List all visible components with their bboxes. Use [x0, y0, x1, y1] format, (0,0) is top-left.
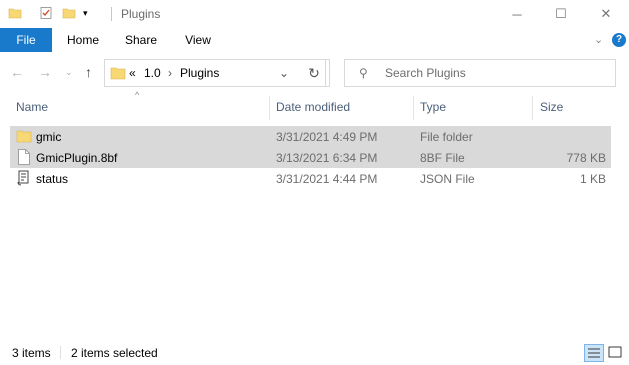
column-date-modified[interactable]: Date modified: [276, 100, 350, 114]
refresh-button[interactable]: ↻: [299, 59, 330, 87]
help-icon[interactable]: ?: [612, 33, 626, 47]
status-separator: [60, 346, 61, 359]
item-count: 3 items: [12, 346, 51, 360]
folder-icon: [16, 129, 32, 146]
customize-quick-access-icon[interactable]: ▾: [83, 8, 88, 19]
file-name[interactable]: status: [36, 172, 68, 186]
file-date: 3/13/2021 6:34 PM: [276, 151, 378, 165]
address-dropdown-icon[interactable]: ⌄: [270, 59, 298, 87]
window-title: Plugins: [121, 7, 161, 21]
tab-view[interactable]: View: [175, 28, 221, 52]
column-divider[interactable]: [532, 96, 533, 120]
close-button[interactable]: ✕: [583, 0, 629, 28]
maximize-button[interactable]: ☐: [538, 0, 584, 28]
file-name[interactable]: GmicPlugin.8bf: [36, 151, 117, 165]
address-overflow[interactable]: «: [129, 66, 136, 80]
sort-ascending-icon: ^: [135, 90, 140, 100]
column-name[interactable]: Name: [16, 100, 48, 114]
forward-icon[interactable]: →: [38, 64, 52, 80]
tab-file[interactable]: File: [0, 28, 52, 52]
column-divider[interactable]: [269, 96, 270, 120]
file-size: 1 KB: [579, 172, 606, 186]
selection-count: 2 items selected: [71, 346, 158, 360]
title-separator: [111, 7, 112, 21]
status-bar: 3 items 2 items selected: [0, 340, 629, 365]
file-name[interactable]: gmic: [36, 130, 61, 144]
details-view-button[interactable]: [584, 344, 604, 362]
large-icons-view-button[interactable]: [606, 344, 626, 362]
tab-share[interactable]: Share: [118, 28, 164, 52]
large-icons-view-icon: [608, 346, 622, 358]
file-row[interactable]: GmicPlugin.8bf 3/13/2021 6:34 PM 8BF Fil…: [10, 147, 611, 168]
folder-icon: [110, 66, 126, 83]
search-box[interactable]: ⚲ Search Plugins: [344, 59, 616, 87]
file-type: File folder: [420, 130, 473, 144]
properties-icon[interactable]: [39, 6, 53, 23]
breadcrumb-separator-icon[interactable]: ›: [168, 66, 172, 80]
file-date: 3/31/2021 4:44 PM: [276, 172, 378, 186]
file-type: 8BF File: [420, 151, 465, 165]
file-row[interactable]: status 3/31/2021 4:44 PM JSON File 1 KB: [10, 168, 611, 189]
title-bar: ▾ Plugins ─ ☐ ✕: [0, 0, 629, 28]
search-placeholder: Search Plugins: [385, 66, 466, 80]
column-divider[interactable]: [413, 96, 414, 120]
search-icon: ⚲: [359, 66, 368, 80]
file-row[interactable]: gmic 3/31/2021 4:49 PM File folder: [10, 126, 611, 147]
column-size[interactable]: Size: [540, 100, 563, 114]
up-icon[interactable]: ↑: [85, 64, 92, 80]
folder-icon[interactable]: [8, 6, 22, 23]
file-size: 778 KB: [566, 151, 606, 165]
details-view-icon: [588, 348, 600, 358]
breadcrumb-1-0[interactable]: 1.0: [144, 66, 161, 80]
new-folder-icon[interactable]: [62, 6, 76, 23]
file-icon: [18, 149, 30, 168]
ribbon: File Home Share View ⌄ ?: [0, 28, 629, 52]
json-file-icon: [17, 170, 31, 189]
breadcrumb-plugins[interactable]: Plugins: [180, 66, 219, 80]
navigation-bar: ← → ⌄ ↑ « 1.0 › Plugins ⌄ ↻ ⚲ Search Plu…: [0, 56, 629, 90]
ribbon-expand-icon[interactable]: ⌄: [594, 33, 603, 46]
back-icon[interactable]: ←: [10, 64, 24, 80]
column-type[interactable]: Type: [420, 100, 446, 114]
recent-locations-icon[interactable]: ⌄: [65, 67, 73, 78]
file-date: 3/31/2021 4:49 PM: [276, 130, 378, 144]
file-type: JSON File: [420, 172, 475, 186]
tab-home[interactable]: Home: [60, 28, 106, 52]
minimize-button[interactable]: ─: [494, 0, 540, 28]
